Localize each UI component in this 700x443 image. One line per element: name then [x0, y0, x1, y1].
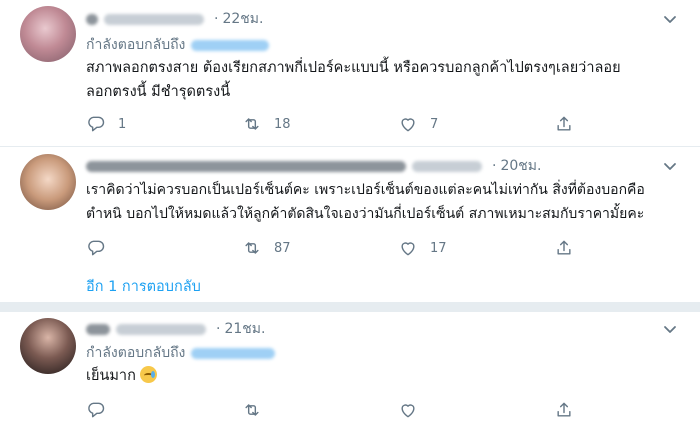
retweet-icon — [245, 242, 259, 254]
share-button[interactable] — [554, 236, 574, 260]
like-button[interactable]: 17 — [398, 236, 447, 260]
tweet-1[interactable]: · 22ชม. กำลังตอบกลับถึง สภาพลอกตรงสาย ต้… — [0, 0, 700, 145]
avatar[interactable] — [20, 318, 76, 374]
display-name-redacted — [86, 13, 98, 25]
tweet-time[interactable]: 21ชม. — [224, 318, 265, 340]
chevron-down-icon[interactable] — [662, 11, 678, 27]
tweet-actions: 87 17 — [86, 236, 586, 260]
like-icon — [401, 404, 415, 418]
username-redacted — [104, 13, 204, 25]
share-icon — [557, 116, 571, 131]
reply-button[interactable] — [86, 236, 118, 260]
tweet-header: · 20ชม. — [86, 155, 541, 177]
chevron-down-icon[interactable] — [662, 321, 678, 337]
like-icon — [401, 242, 415, 256]
reply-handle-redacted[interactable] — [191, 39, 270, 51]
tweet-actions — [86, 398, 586, 422]
replying-to: กำลังตอบกลับถึง — [86, 342, 281, 364]
like-icon — [401, 118, 415, 132]
display-name-redacted — [86, 323, 110, 335]
reply-button[interactable] — [86, 398, 106, 422]
share-icon — [557, 402, 571, 417]
share-icon — [557, 240, 571, 255]
retweet-button[interactable]: 18 — [242, 112, 291, 136]
section-divider — [0, 302, 700, 312]
display-name-redacted — [86, 160, 406, 172]
share-button[interactable] — [554, 112, 574, 136]
tweet-text: เราคิดว่าไม่ควรบอกเป็นเปอร์เซ็นต์คะ เพรา… — [86, 182, 645, 222]
tweet-actions: 1 18 7 — [86, 112, 586, 136]
retweet-button[interactable] — [242, 398, 262, 422]
username-redacted — [116, 323, 206, 335]
reply-icon — [88, 240, 105, 256]
replying-to: กำลังตอบกลับถึง — [86, 34, 275, 56]
crying-face-emoji — [139, 366, 157, 383]
tweet-time[interactable]: 20ชม. — [500, 155, 541, 177]
like-button[interactable]: 7 — [398, 112, 438, 136]
tweet-text: เย็นมาก — [86, 364, 157, 388]
reply-handle-redacted[interactable] — [191, 347, 276, 359]
avatar[interactable] — [20, 6, 76, 62]
retweet-button[interactable]: 87 — [242, 236, 291, 260]
reply-icon — [88, 116, 105, 132]
reply-button[interactable]: 1 — [86, 112, 126, 136]
tweet-time[interactable]: 22ชม. — [222, 8, 263, 30]
retweet-icon — [245, 118, 259, 130]
tweet-header: · 21ชม. — [86, 318, 265, 340]
chevron-down-icon[interactable] — [662, 158, 678, 174]
show-more-replies-link[interactable]: อีก 1 การตอบกลับ — [86, 275, 201, 298]
username-redacted — [412, 160, 482, 172]
tweet-3[interactable]: · 21ชม. กำลังตอบกลับถึง เย็นมาก — [0, 312, 700, 443]
retweet-icon — [245, 404, 259, 416]
reply-icon — [88, 402, 105, 418]
like-button[interactable] — [398, 398, 418, 422]
avatar[interactable] — [20, 154, 76, 210]
tweet-text: สภาพลอกตรงสาย ต้องเรียกสภาพกี่เปอร์คะแบบ… — [86, 60, 621, 100]
share-button[interactable] — [554, 398, 574, 422]
tweet-header: · 22ชม. — [86, 8, 263, 30]
